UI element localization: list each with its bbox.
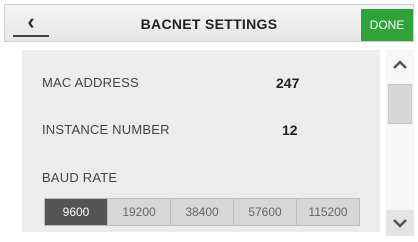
header-bar: ‹ BACNET SETTINGS DONE [4,4,414,42]
baud-option-19200[interactable]: 19200 [108,199,171,225]
chevron-down-icon [393,219,407,228]
scroll-up-button[interactable] [386,52,414,78]
mac-address-value[interactable]: 247 [276,75,299,91]
mac-address-label: MAC ADDRESS [42,75,139,90]
scroll-thumb[interactable] [388,84,412,124]
baud-option-38400[interactable]: 38400 [171,199,234,225]
settings-panel: MAC ADDRESS 247 INSTANCE NUMBER 12 BAUD … [22,50,380,232]
bacnet-settings-screen: ‹ BACNET SETTINGS DONE MAC ADDRESS 247 I… [0,0,418,242]
scroll-down-button[interactable] [386,210,414,236]
scrollbar[interactable] [386,50,414,236]
baud-rate-selector: 9600 19200 38400 57600 115200 [44,198,360,226]
baud-option-115200[interactable]: 115200 [297,199,359,225]
baud-rate-label: BAUD RATE [42,170,118,185]
done-button[interactable]: DONE [361,9,413,41]
page-title: BACNET SETTINGS [140,16,278,32]
baud-option-9600[interactable]: 9600 [45,199,108,225]
instance-number-value[interactable]: 12 [282,122,298,138]
instance-number-label: INSTANCE NUMBER [42,122,170,137]
baud-option-57600[interactable]: 57600 [234,199,297,225]
chevron-up-icon [393,60,407,69]
